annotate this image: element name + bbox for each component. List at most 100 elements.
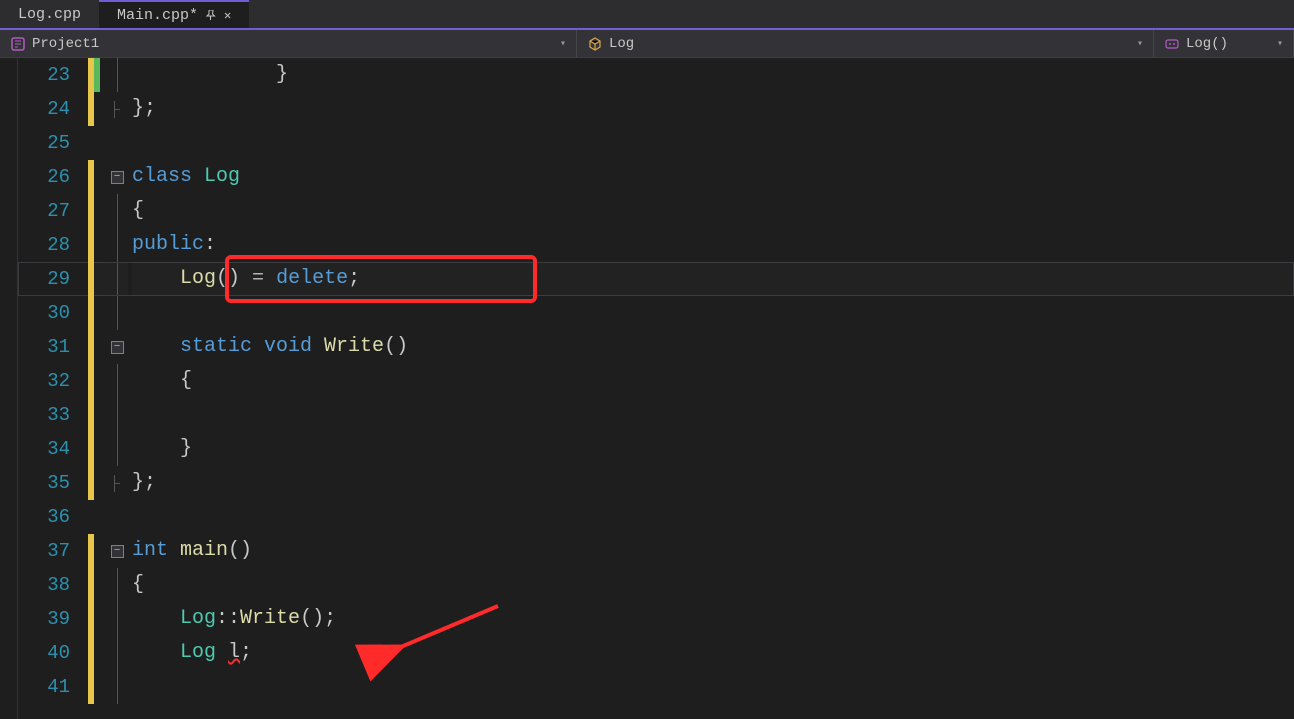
code-line[interactable]: 24}; [18, 92, 1294, 126]
collapse-icon[interactable]: − [111, 171, 124, 184]
code-text[interactable]: public: [132, 228, 1294, 262]
code-text[interactable]: }; [132, 466, 1294, 500]
line-number: 33 [18, 398, 88, 432]
pin-icon[interactable] [206, 10, 216, 20]
code-line[interactable]: 25 [18, 126, 1294, 160]
code-line[interactable]: 33 [18, 398, 1294, 432]
chevron-down-icon: ▾ [1137, 38, 1143, 50]
code-text[interactable]: Log::Write(); [132, 602, 1294, 636]
fold-gutter [106, 568, 128, 602]
code-line[interactable]: 30 [18, 296, 1294, 330]
change-marker [88, 262, 106, 296]
fold-gutter [106, 262, 128, 296]
code-text[interactable]: { [132, 364, 1294, 398]
change-marker [88, 568, 106, 602]
line-number: 30 [18, 296, 88, 330]
fold-gutter [106, 296, 128, 330]
line-number: 26 [18, 160, 88, 194]
code-line[interactable]: 38 { [18, 568, 1294, 602]
change-marker [88, 194, 106, 228]
change-marker [88, 670, 106, 704]
change-marker [88, 432, 106, 466]
fold-gutter [106, 475, 128, 492]
nav-member-dropdown[interactable]: Log() ▾ [1154, 30, 1294, 57]
code-line[interactable]: 34 } [18, 432, 1294, 466]
tab-label: Log.cpp [18, 6, 81, 23]
tab-main-cpp[interactable]: Main.cpp* ✕ [99, 0, 249, 28]
project-icon [10, 36, 26, 52]
tab-bar: Log.cpp Main.cpp* ✕ [0, 0, 1294, 30]
code-line[interactable]: 28 public: [18, 228, 1294, 262]
code-line[interactable]: 37 −int main() [18, 534, 1294, 568]
code-line[interactable]: 31 − static void Write() [18, 330, 1294, 364]
change-marker [88, 58, 106, 92]
code-line[interactable]: 29 Log() = delete; [18, 262, 1294, 296]
tab-log-cpp[interactable]: Log.cpp [0, 0, 99, 28]
fold-gutter [106, 432, 128, 466]
code-text[interactable]: class Log [132, 160, 1294, 194]
collapse-icon[interactable]: − [111, 341, 124, 354]
code-text[interactable] [132, 398, 1294, 432]
code-line[interactable]: 41 [18, 670, 1294, 704]
change-marker [88, 160, 106, 194]
code-text[interactable]: { [132, 568, 1294, 602]
line-number: 40 [18, 636, 88, 670]
code-text[interactable]: }; [132, 92, 1294, 126]
code-text[interactable]: static void Write() [132, 330, 1294, 364]
fold-gutter[interactable]: − [106, 341, 128, 354]
breakpoint-margin[interactable] [0, 58, 18, 719]
code-text[interactable]: } [132, 58, 1294, 92]
change-marker [88, 466, 106, 500]
code-text[interactable]: int main() [132, 534, 1294, 568]
nav-class-label: Log [609, 36, 634, 52]
code-text[interactable]: Log l; [132, 636, 1294, 670]
code-text[interactable]: { [132, 194, 1294, 228]
change-marker [88, 228, 106, 262]
line-number: 25 [18, 126, 88, 160]
line-number: 38 [18, 568, 88, 602]
fold-gutter [106, 101, 128, 118]
line-number: 34 [18, 432, 88, 466]
fold-gutter [106, 228, 128, 262]
code-editor[interactable]: 23 }24};2526−class Log27{28public:29 Log… [18, 58, 1294, 719]
code-line[interactable]: 27 { [18, 194, 1294, 228]
nav-project-dropdown[interactable]: Project1 ▾ [0, 30, 577, 57]
change-marker [88, 398, 106, 432]
line-number: 27 [18, 194, 88, 228]
fold-gutter [106, 398, 128, 432]
method-icon [1164, 36, 1180, 52]
nav-member-label: Log() [1186, 36, 1228, 52]
code-line[interactable]: 26 −class Log [18, 160, 1294, 194]
line-number: 23 [18, 58, 88, 92]
line-number: 37 [18, 534, 88, 568]
change-marker [88, 534, 106, 568]
collapse-icon[interactable]: − [111, 545, 124, 558]
code-line[interactable]: 23 } [18, 58, 1294, 92]
change-marker [88, 602, 106, 636]
nav-bar: Project1 ▾ Log ▾ Log() ▾ [0, 30, 1294, 58]
fold-gutter [106, 602, 128, 636]
code-text[interactable]: } [132, 432, 1294, 466]
fold-gutter[interactable]: − [106, 171, 128, 184]
line-number: 28 [18, 228, 88, 262]
change-marker [88, 500, 106, 534]
line-number: 41 [18, 670, 88, 704]
change-marker [88, 126, 106, 160]
code-line[interactable]: 40 Log l; [18, 636, 1294, 670]
close-icon[interactable]: ✕ [224, 8, 231, 23]
line-number: 31 [18, 330, 88, 364]
change-marker [88, 296, 106, 330]
code-line[interactable]: 35}; [18, 466, 1294, 500]
change-marker [88, 92, 106, 126]
code-text[interactable]: Log() = delete; [132, 262, 1294, 296]
nav-class-dropdown[interactable]: Log ▾ [577, 30, 1154, 57]
chevron-down-icon: ▾ [560, 38, 566, 50]
fold-gutter [106, 636, 128, 670]
fold-gutter[interactable]: − [106, 545, 128, 558]
code-line[interactable]: 32 { [18, 364, 1294, 398]
code-line[interactable]: 39 Log::Write(); [18, 602, 1294, 636]
code-line[interactable]: 36 [18, 500, 1294, 534]
change-marker [88, 636, 106, 670]
fold-gutter [106, 364, 128, 398]
tab-label: Main.cpp* [117, 7, 198, 24]
